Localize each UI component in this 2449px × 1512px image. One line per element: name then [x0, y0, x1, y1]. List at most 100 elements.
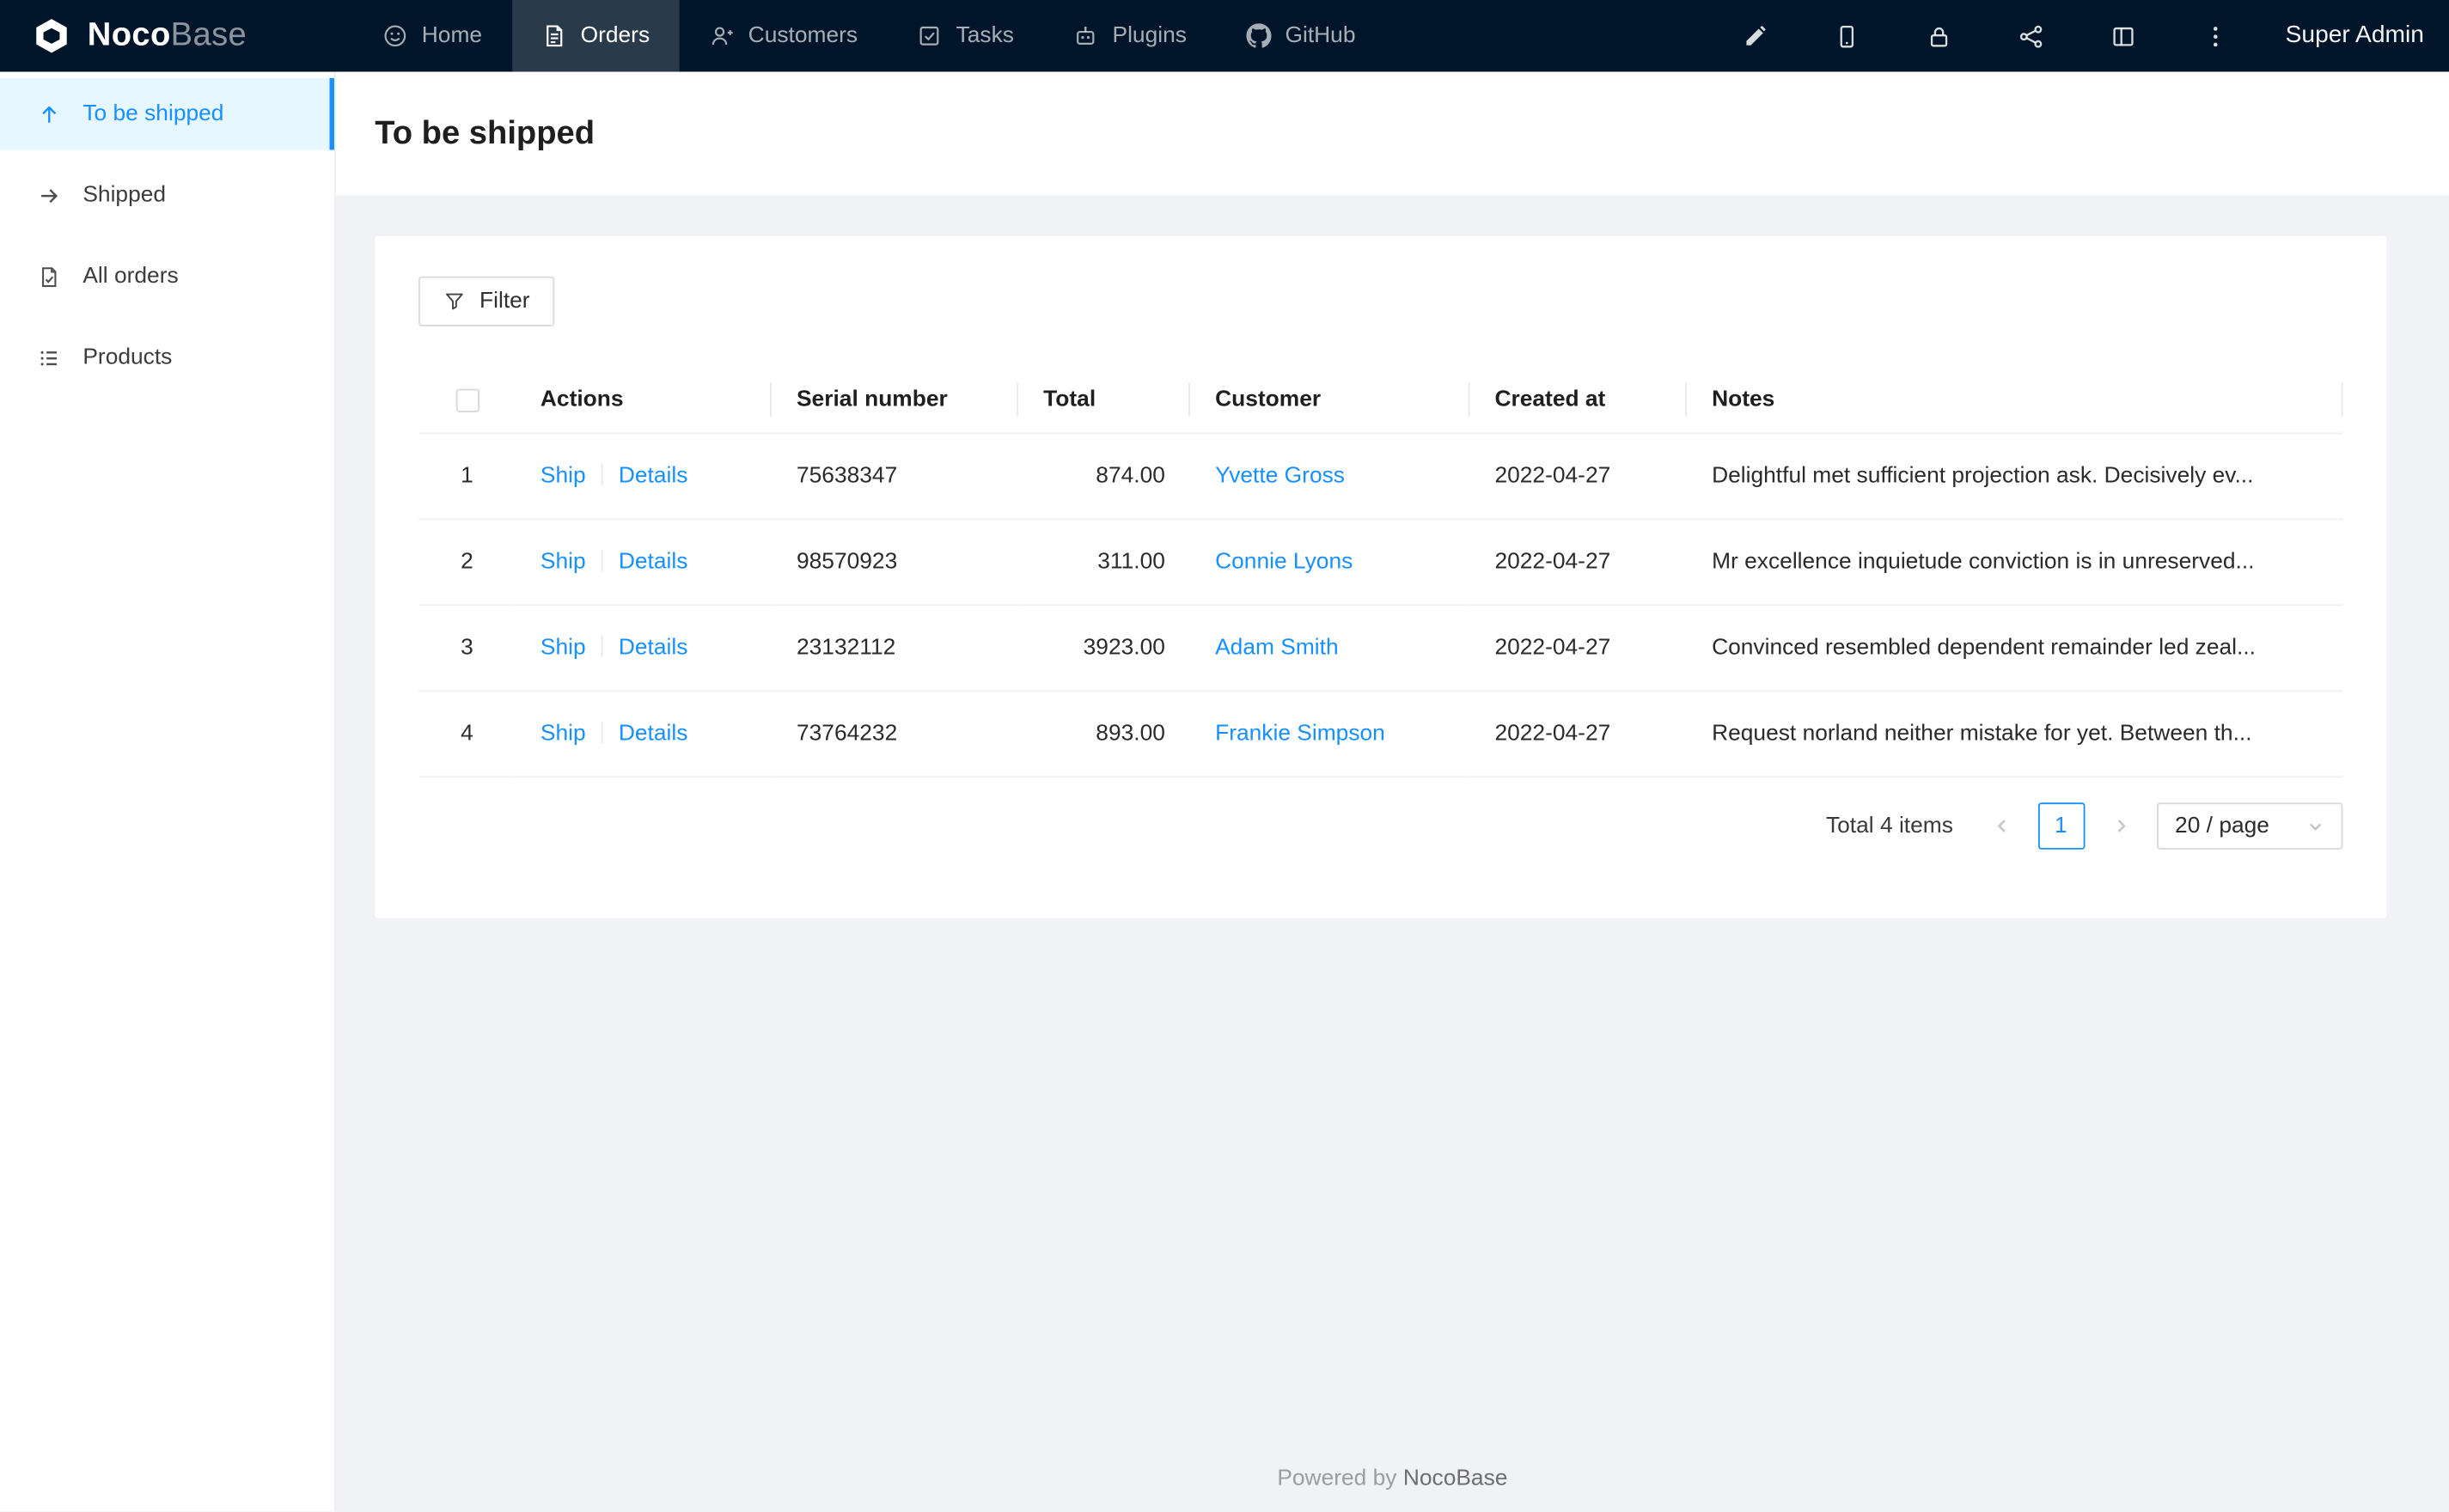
api-cluster-icon[interactable] — [2018, 22, 2045, 49]
sidebar-item-to-be-shipped[interactable]: To be shipped — [0, 77, 334, 150]
action-divider — [601, 549, 603, 572]
customer-link[interactable]: Yvette Gross — [1215, 464, 1345, 489]
file-done-icon — [38, 265, 61, 288]
notes-cell: Delightful met sufficient projection ask… — [1687, 433, 2343, 521]
filter-button[interactable]: Filter — [418, 276, 555, 326]
table-row: 1 Ship Details 75638347 874.00 Yvette Gro… — [418, 433, 2343, 521]
serial-cell: 75638347 — [771, 433, 1019, 521]
details-link[interactable]: Details — [619, 636, 688, 661]
layout-icon[interactable] — [2110, 22, 2137, 49]
nav-item-customers[interactable]: Customers — [680, 0, 888, 72]
sidebar-item-label: Shipped — [82, 182, 167, 208]
table-row: 3 Ship Details 23132112 3923.00 Adam Smit… — [418, 605, 2343, 692]
page-size-value: 20 / page — [2175, 813, 2269, 839]
customer-cell: Yvette Gross — [1190, 433, 1470, 521]
customer-link[interactable]: Adam Smith — [1215, 636, 1339, 661]
plugins-icon — [1073, 23, 1098, 48]
total-cell: 893.00 — [1018, 691, 1191, 778]
top-navbar: NocoBase Home Orders Customers Tasks Plu… — [0, 0, 2449, 72]
page-size-select[interactable]: 20 / page — [2156, 802, 2343, 850]
sidebar: To be shipped Shipped All orders Product… — [0, 71, 336, 1512]
notes-cell: Mr excellence inquietude conviction is i… — [1687, 519, 2343, 607]
sidebar-item-label: Products — [82, 344, 173, 370]
customer-link[interactable]: Frankie Simpson — [1215, 722, 1385, 747]
nav-item-orders[interactable]: Orders — [511, 0, 680, 72]
notes-cell: Convinced resembled dependent remainder … — [1687, 605, 2343, 692]
orders-icon — [541, 23, 566, 48]
customers-icon — [709, 23, 734, 48]
nav-item-label: Customers — [748, 23, 858, 49]
sidebar-item-products[interactable]: Products — [0, 321, 334, 393]
created-cell: 2022-04-27 — [1469, 605, 1688, 692]
filter-icon — [443, 290, 465, 312]
arrow-right-icon — [38, 184, 61, 207]
action-divider — [601, 721, 603, 744]
table-header-row: Actions Serial number Total Customer Cre… — [418, 367, 2343, 435]
user-menu[interactable]: Super Admin — [2286, 21, 2424, 50]
nav-item-label: Home — [421, 23, 483, 49]
column-header-total: Total — [1018, 367, 1191, 435]
nav-item-plugins[interactable]: Plugins — [1044, 0, 1217, 72]
total-cell: 3923.00 — [1018, 605, 1191, 692]
row-index: 2 — [418, 519, 516, 607]
prev-page-button[interactable] — [1978, 802, 2025, 850]
ship-link[interactable]: Ship — [540, 550, 586, 575]
column-header-customer: Customer — [1190, 367, 1470, 435]
arrow-up-icon — [38, 102, 61, 125]
brand[interactable]: NocoBase — [0, 0, 353, 72]
created-cell: 2022-04-27 — [1469, 433, 1688, 521]
customer-cell: Connie Lyons — [1190, 519, 1470, 607]
table-row: 4 Ship Details 73764232 893.00 Frankie Si… — [418, 691, 2343, 778]
home-icon — [382, 23, 407, 48]
app-window: NocoBase Home Orders Customers Tasks Plu… — [0, 0, 2449, 1512]
more-icon[interactable] — [2202, 22, 2229, 49]
github-icon — [1246, 23, 1272, 48]
ui-editor-icon[interactable] — [1742, 22, 1768, 49]
orders-card: Filter Actions Serial number Total Custo… — [375, 235, 2387, 918]
brand-name-bold: Noco — [87, 16, 171, 53]
main-menu: Home Orders Customers Tasks Plugins GitH… — [353, 0, 1385, 72]
details-link[interactable]: Details — [619, 722, 688, 747]
nav-item-github[interactable]: GitHub — [1216, 0, 1385, 72]
filter-button-label: Filter — [479, 289, 530, 314]
select-all-checkbox[interactable] — [455, 387, 479, 412]
lock-icon[interactable] — [1927, 22, 1953, 49]
select-all-header — [418, 367, 516, 435]
nav-item-tasks[interactable]: Tasks — [888, 0, 1044, 72]
created-cell: 2022-04-27 — [1469, 519, 1688, 607]
column-header-serial: Serial number — [771, 367, 1019, 435]
column-header-created: Created at — [1469, 367, 1688, 435]
footer: Powered by NocoBase — [336, 1432, 2449, 1512]
details-link[interactable]: Details — [619, 550, 688, 575]
row-index: 1 — [418, 433, 516, 521]
notes-cell: Request norland neither mistake for yet.… — [1687, 691, 2343, 778]
sidebar-item-label: All orders — [82, 264, 179, 290]
ship-link[interactable]: Ship — [540, 464, 586, 489]
sidebar-item-all-orders[interactable]: All orders — [0, 241, 334, 313]
ship-link[interactable]: Ship — [540, 722, 586, 747]
chevron-down-icon — [2307, 818, 2324, 835]
customer-cell: Adam Smith — [1190, 605, 1470, 692]
nav-item-home[interactable]: Home — [353, 0, 512, 72]
mobile-client-icon[interactable] — [1834, 22, 1860, 49]
page-number-button[interactable]: 1 — [2037, 802, 2085, 850]
navbar-right: Super Admin — [1742, 0, 2449, 72]
main-area: To be shipped Filter Actions Serial numb… — [335, 71, 2449, 1512]
total-cell: 874.00 — [1018, 433, 1191, 521]
sidebar-item-shipped[interactable]: Shipped — [0, 159, 334, 231]
page-content: Filter Actions Serial number Total Custo… — [336, 195, 2449, 1511]
action-divider — [601, 463, 603, 486]
pagination: Total 4 items 1 20 / page — [418, 802, 2343, 850]
details-link[interactable]: Details — [619, 464, 688, 489]
serial-cell: 23132112 — [771, 605, 1019, 692]
actions-cell: Ship Details — [515, 691, 772, 778]
nav-item-label: Plugins — [1112, 23, 1187, 49]
customer-link[interactable]: Connie Lyons — [1215, 550, 1353, 575]
page-header: To be shipped — [335, 71, 2449, 196]
next-page-button[interactable] — [2097, 802, 2144, 850]
ship-link[interactable]: Ship — [540, 636, 586, 661]
created-cell: 2022-04-27 — [1469, 691, 1688, 778]
brand-name-light: Base — [170, 16, 247, 53]
footer-brand: NocoBase — [1402, 1466, 1508, 1491]
actions-cell: Ship Details — [515, 519, 772, 607]
